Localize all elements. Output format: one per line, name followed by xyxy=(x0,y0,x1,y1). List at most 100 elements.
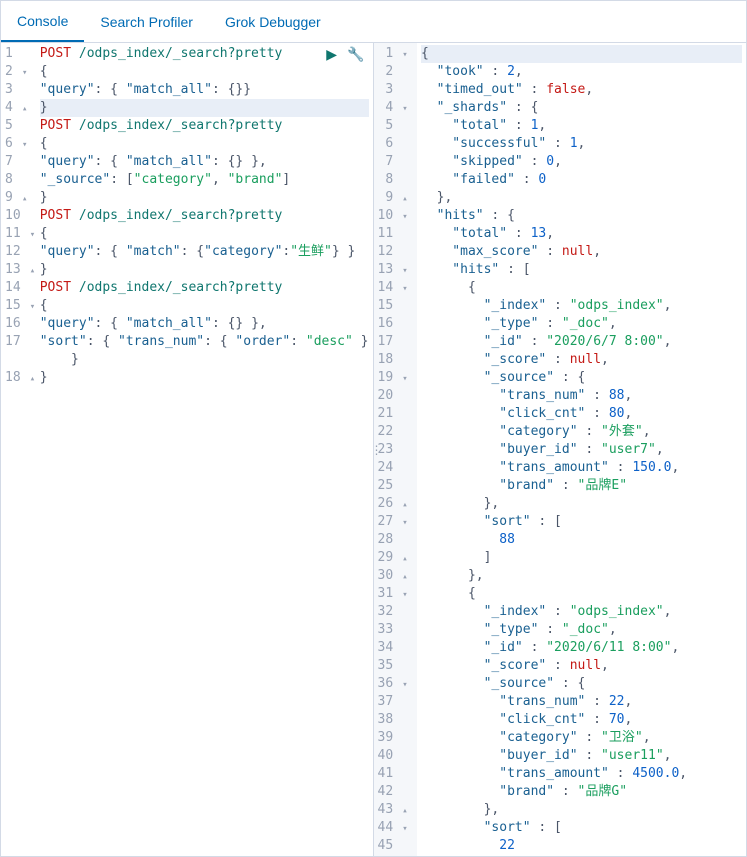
code-line[interactable]: "buyer_id" : "user11", xyxy=(421,747,742,765)
code-line[interactable]: { xyxy=(40,63,369,81)
gutter-line: 6 xyxy=(378,135,409,153)
fold-icon[interactable]: ▾ xyxy=(401,586,409,604)
fold-icon[interactable]: ▴ xyxy=(401,190,409,208)
fold-icon[interactable]: ▴ xyxy=(21,190,29,208)
fold-icon[interactable]: ▾ xyxy=(401,262,409,280)
tab-search-profiler[interactable]: Search Profiler xyxy=(84,1,209,42)
code-line[interactable]: } xyxy=(40,369,369,387)
code-line[interactable]: }, xyxy=(421,495,742,513)
response-editor[interactable]: 1 ▾2 3 4 ▾5 6 7 8 9 ▴10 ▾11 12 13 ▾14 ▾1… xyxy=(374,43,747,856)
code-line[interactable]: } xyxy=(40,99,369,117)
fold-icon[interactable]: ▴ xyxy=(401,496,409,514)
code-line[interactable]: }, xyxy=(421,189,742,207)
code-line[interactable]: "trans_amount" : 150.0, xyxy=(421,459,742,477)
code-line[interactable]: "successful" : 1, xyxy=(421,135,742,153)
code-line[interactable]: "query": { "match_all": {} }, xyxy=(40,315,369,333)
code-line[interactable]: { xyxy=(421,585,742,603)
code-line[interactable]: "_id" : "2020/6/7 8:00", xyxy=(421,333,742,351)
fold-icon[interactable]: ▾ xyxy=(401,46,409,64)
code-line[interactable]: "_source" : { xyxy=(421,369,742,387)
fold-icon[interactable]: ▾ xyxy=(401,100,409,118)
play-icon[interactable]: ▶ xyxy=(326,46,337,63)
fold-icon[interactable]: ▾ xyxy=(401,280,409,298)
code-line[interactable]: } xyxy=(40,261,369,279)
code-line[interactable]: POST /odps_index/_search?pretty xyxy=(40,117,369,135)
request-code[interactable]: POST /odps_index/_search?pretty{"query":… xyxy=(36,43,373,856)
code-line[interactable]: "_index" : "odps_index", xyxy=(421,297,742,315)
code-line[interactable]: "failed" : 0 xyxy=(421,171,742,189)
code-line[interactable]: } xyxy=(40,189,369,207)
code-line[interactable]: ] xyxy=(421,855,742,856)
code-line[interactable]: "query": { "match_all": {} }, xyxy=(40,153,369,171)
code-line[interactable]: "timed_out" : false, xyxy=(421,81,742,99)
gutter-line: 1 ▾ xyxy=(378,45,409,63)
code-line[interactable]: "total" : 1, xyxy=(421,117,742,135)
code-line[interactable]: ] xyxy=(421,549,742,567)
request-editor[interactable]: 1 2 ▾3 4 ▴5 6 ▾7 8 9 ▴10 11 ▾12 13 ▴14 1… xyxy=(1,43,373,856)
code-line[interactable]: { xyxy=(40,297,369,315)
code-line[interactable]: } xyxy=(40,351,369,369)
code-line[interactable]: "_shards" : { xyxy=(421,99,742,117)
fold-icon[interactable]: ▾ xyxy=(401,514,409,532)
fold-icon[interactable]: ▾ xyxy=(401,676,409,694)
fold-icon[interactable]: ▾ xyxy=(21,64,29,82)
code-line[interactable]: "_source" : { xyxy=(421,675,742,693)
tab-grok-debugger[interactable]: Grok Debugger xyxy=(209,1,337,42)
code-line[interactable]: "max_score" : null, xyxy=(421,243,742,261)
code-line[interactable]: { xyxy=(421,45,742,63)
splitter-handle[interactable]: ⋮ xyxy=(374,438,381,462)
code-line[interactable]: "buyer_id" : "user7", xyxy=(421,441,742,459)
code-line[interactable]: "took" : 2, xyxy=(421,63,742,81)
code-line[interactable]: "category" : "卫浴", xyxy=(421,729,742,747)
gutter-line: 8 xyxy=(378,171,409,189)
code-line[interactable]: 88 xyxy=(421,531,742,549)
code-line[interactable]: POST /odps_index/_search?pretty xyxy=(40,279,369,297)
gutter-line: 10 xyxy=(5,207,28,225)
code-line[interactable]: "trans_amount" : 4500.0, xyxy=(421,765,742,783)
code-line[interactable]: "_id" : "2020/6/11 8:00", xyxy=(421,639,742,657)
code-line[interactable]: "click_cnt" : 80, xyxy=(421,405,742,423)
code-line[interactable]: { xyxy=(421,279,742,297)
code-line[interactable]: "query": { "match_all": {}} xyxy=(40,81,369,99)
fold-icon[interactable]: ▾ xyxy=(401,370,409,388)
fold-icon[interactable]: ▾ xyxy=(21,136,29,154)
wrench-icon[interactable]: 🔧 xyxy=(347,46,364,63)
code-line[interactable]: POST /odps_index/_search?pretty xyxy=(40,207,369,225)
code-line[interactable]: "click_cnt" : 70, xyxy=(421,711,742,729)
fold-icon[interactable]: ▴ xyxy=(401,802,409,820)
code-line[interactable]: POST /odps_index/_search?pretty xyxy=(40,45,369,63)
code-line[interactable]: }, xyxy=(421,801,742,819)
code-line[interactable]: "query": { "match": {"category":"生鲜"} } xyxy=(40,243,369,261)
code-line[interactable]: "brand" : "品牌G" xyxy=(421,783,742,801)
code-line[interactable]: }, xyxy=(421,567,742,585)
code-line[interactable]: "_index" : "odps_index", xyxy=(421,603,742,621)
code-line[interactable]: "sort": { "trans_num": { "order": "desc"… xyxy=(40,333,369,351)
code-line[interactable]: "category" : "外套", xyxy=(421,423,742,441)
code-line[interactable]: "trans_num" : 88, xyxy=(421,387,742,405)
fold-icon[interactable]: ▴ xyxy=(401,568,409,586)
code-line[interactable]: { xyxy=(40,225,369,243)
code-line[interactable]: "_type" : "_doc", xyxy=(421,315,742,333)
code-line[interactable]: "trans_num" : 22, xyxy=(421,693,742,711)
code-line[interactable]: "skipped" : 0, xyxy=(421,153,742,171)
response-code[interactable]: { "took" : 2, "timed_out" : false, "_sha… xyxy=(417,43,746,856)
code-line[interactable]: { xyxy=(40,135,369,153)
code-line[interactable]: "_score" : null, xyxy=(421,657,742,675)
fold-icon[interactable]: ▴ xyxy=(21,100,29,118)
code-line[interactable]: "_type" : "_doc", xyxy=(421,621,742,639)
code-line[interactable]: "_score" : null, xyxy=(421,351,742,369)
code-line[interactable]: "_source": ["category", "brand"] xyxy=(40,171,369,189)
code-line[interactable]: "sort" : [ xyxy=(421,513,742,531)
code-line[interactable]: "sort" : [ xyxy=(421,819,742,837)
gutter-line: 42 xyxy=(378,783,409,801)
fold-icon[interactable]: ▾ xyxy=(401,820,409,838)
code-line[interactable]: "total" : 13, xyxy=(421,225,742,243)
tab-console[interactable]: Console xyxy=(1,1,84,42)
fold-icon[interactable]: ▴ xyxy=(401,550,409,568)
code-line[interactable]: 22 xyxy=(421,837,742,855)
code-line[interactable]: "brand" : "品牌E" xyxy=(421,477,742,495)
fold-icon[interactable]: ▾ xyxy=(401,208,409,226)
code-line[interactable]: "hits" : { xyxy=(421,207,742,225)
code-line[interactable]: "hits" : [ xyxy=(421,261,742,279)
gutter-line: 2 xyxy=(378,63,409,81)
